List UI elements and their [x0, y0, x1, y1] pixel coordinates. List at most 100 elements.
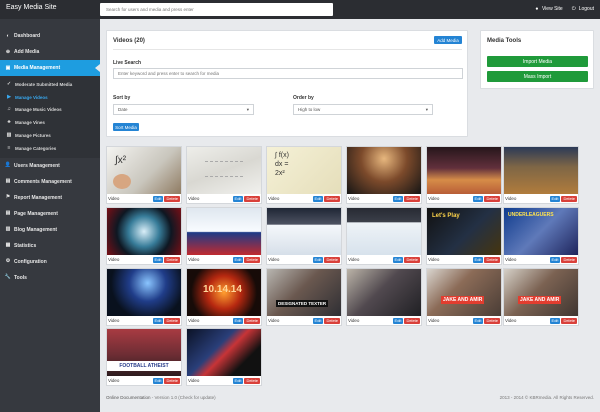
- video-thumbnail[interactable]: FOOTBALL ATHEIST: [107, 329, 181, 376]
- delete-video-button[interactable]: Delete: [324, 317, 340, 324]
- sort-by-select[interactable]: Date ▾: [113, 104, 254, 115]
- video-card[interactable]: ∫x² Video Edit Delete: [106, 146, 182, 204]
- edit-video-button[interactable]: Edit: [232, 317, 244, 324]
- edit-video-button[interactable]: Edit: [472, 195, 484, 202]
- edit-video-button[interactable]: Edit: [549, 317, 561, 324]
- edit-video-button[interactable]: Edit: [152, 256, 164, 263]
- video-thumbnail[interactable]: [347, 147, 421, 194]
- delete-video-button[interactable]: Delete: [404, 256, 420, 263]
- app-brand[interactable]: Easy Media Site: [6, 4, 57, 11]
- video-thumbnail[interactable]: [504, 147, 578, 194]
- delete-video-button[interactable]: Delete: [404, 195, 420, 202]
- video-thumbnail[interactable]: JAKE AND AMIR: [504, 269, 578, 316]
- video-thumbnail[interactable]: ∫ f(x) dx = 2x²: [267, 147, 341, 194]
- video-card[interactable]: Video Edit Delete: [186, 328, 262, 386]
- import-media-button[interactable]: Import Media: [487, 56, 588, 67]
- delete-video-button[interactable]: Delete: [561, 195, 577, 202]
- video-card[interactable]: Video Edit Delete: [186, 207, 262, 265]
- edit-video-button[interactable]: Edit: [312, 195, 324, 202]
- online-documentation-link[interactable]: Online Documentation: [106, 395, 151, 400]
- video-card[interactable]: Video Edit Delete: [503, 146, 579, 204]
- video-thumbnail[interactable]: [187, 147, 261, 194]
- delete-video-button[interactable]: Delete: [484, 256, 500, 263]
- video-thumbnail[interactable]: Let's Play: [427, 208, 501, 255]
- video-thumbnail[interactable]: ∫x²: [107, 147, 181, 194]
- sidebar-item-comments[interactable]: ▤ Comments Management: [0, 174, 100, 190]
- delete-video-button[interactable]: Delete: [404, 317, 420, 324]
- sidebar-item-tools[interactable]: 🔧 Tools: [0, 270, 100, 286]
- sidebar-item-configuration[interactable]: ⚙ Configuration: [0, 254, 100, 270]
- video-thumbnail[interactable]: [347, 208, 421, 255]
- delete-video-button[interactable]: Delete: [324, 195, 340, 202]
- sidebar-item-add-media[interactable]: ⊕ Add Media: [0, 44, 100, 60]
- submenu-item-pictures[interactable]: ▧ Manage Pictures: [0, 129, 100, 142]
- edit-video-button[interactable]: Edit: [549, 195, 561, 202]
- mass-import-button[interactable]: Mass Import: [487, 71, 588, 82]
- video-card[interactable]: 10.14.14 Video Edit Delete: [186, 268, 262, 326]
- edit-video-button[interactable]: Edit: [232, 256, 244, 263]
- submenu-item-vines[interactable]: ♣ Manage Vines: [0, 116, 100, 129]
- delete-video-button[interactable]: Delete: [164, 195, 180, 202]
- video-card[interactable]: Video Edit Delete: [186, 146, 262, 204]
- delete-video-button[interactable]: Delete: [561, 317, 577, 324]
- video-card[interactable]: Video Edit Delete: [426, 146, 502, 204]
- edit-video-button[interactable]: Edit: [392, 256, 404, 263]
- video-thumbnail[interactable]: [107, 269, 181, 316]
- edit-video-button[interactable]: Edit: [312, 317, 324, 324]
- edit-video-button[interactable]: Edit: [392, 195, 404, 202]
- video-card[interactable]: Video Edit Delete: [106, 268, 182, 326]
- live-search-input[interactable]: [113, 68, 463, 79]
- logout-link[interactable]: ⏻ Logout: [571, 6, 594, 12]
- view-site-link[interactable]: ● View Site: [534, 6, 562, 12]
- video-card[interactable]: FOOTBALL ATHEIST Video Edit Delete: [106, 328, 182, 386]
- submenu-item-videos[interactable]: ▶ Manage Videos: [0, 91, 100, 104]
- sidebar-item-statistics[interactable]: ▦ Statistics: [0, 238, 100, 254]
- edit-video-button[interactable]: Edit: [232, 377, 244, 384]
- video-thumbnail[interactable]: [107, 208, 181, 255]
- delete-video-button[interactable]: Delete: [244, 195, 260, 202]
- edit-video-button[interactable]: Edit: [152, 377, 164, 384]
- sidebar-item-report[interactable]: ⚑ Report Management: [0, 190, 100, 206]
- global-search-input[interactable]: [100, 3, 333, 16]
- video-thumbnail[interactable]: 10.14.14: [187, 269, 261, 316]
- delete-video-button[interactable]: Delete: [484, 195, 500, 202]
- delete-video-button[interactable]: Delete: [324, 256, 340, 263]
- edit-video-button[interactable]: Edit: [392, 317, 404, 324]
- video-thumbnail[interactable]: DESIGNATED TEXTER: [267, 269, 341, 316]
- sidebar-item-media-management[interactable]: ▣ Media Management: [0, 60, 100, 76]
- video-thumbnail[interactable]: [187, 329, 261, 376]
- sidebar-item-users[interactable]: 👤 Users Management: [0, 158, 100, 174]
- video-card[interactable]: Let's Play Video Edit Delete: [426, 207, 502, 265]
- delete-video-button[interactable]: Delete: [244, 256, 260, 263]
- sort-media-button[interactable]: Sort Media: [113, 123, 139, 131]
- edit-video-button[interactable]: Edit: [549, 256, 561, 263]
- submenu-item-moderate[interactable]: ✓ Moderate Submitted Media: [0, 78, 100, 91]
- video-thumbnail[interactable]: [267, 208, 341, 255]
- video-card[interactable]: JAKE AND AMIR Video Edit Delete: [426, 268, 502, 326]
- add-media-button[interactable]: Add Media: [434, 36, 462, 44]
- video-thumbnail[interactable]: JAKE AND AMIR: [427, 269, 501, 316]
- edit-video-button[interactable]: Edit: [152, 317, 164, 324]
- delete-video-button[interactable]: Delete: [164, 256, 180, 263]
- edit-video-button[interactable]: Edit: [232, 195, 244, 202]
- submenu-item-categories[interactable]: ≡ Manage Categories: [0, 142, 100, 155]
- order-by-select[interactable]: High to low ▾: [293, 104, 433, 115]
- edit-video-button[interactable]: Edit: [472, 256, 484, 263]
- delete-video-button[interactable]: Delete: [164, 377, 180, 384]
- delete-video-button[interactable]: Delete: [164, 317, 180, 324]
- video-card[interactable]: UNDERLEAGUERS Video Edit Delete: [503, 207, 579, 265]
- delete-video-button[interactable]: Delete: [561, 256, 577, 263]
- video-card[interactable]: Video Edit Delete: [106, 207, 182, 265]
- submenu-item-music-videos[interactable]: ♫ Manage Music Videos: [0, 104, 100, 117]
- video-card[interactable]: JAKE AND AMIR Video Edit Delete: [503, 268, 579, 326]
- video-thumbnail[interactable]: [347, 269, 421, 316]
- sidebar-item-page[interactable]: ▤ Page Management: [0, 206, 100, 222]
- edit-video-button[interactable]: Edit: [472, 317, 484, 324]
- video-card[interactable]: DESIGNATED TEXTER Video Edit Delete: [266, 268, 342, 326]
- delete-video-button[interactable]: Delete: [244, 317, 260, 324]
- video-thumbnail[interactable]: [427, 147, 501, 194]
- delete-video-button[interactable]: Delete: [244, 377, 260, 384]
- edit-video-button[interactable]: Edit: [152, 195, 164, 202]
- video-card[interactable]: Video Edit Delete: [346, 268, 422, 326]
- sidebar-item-blog[interactable]: ▥ Blog Management: [0, 222, 100, 238]
